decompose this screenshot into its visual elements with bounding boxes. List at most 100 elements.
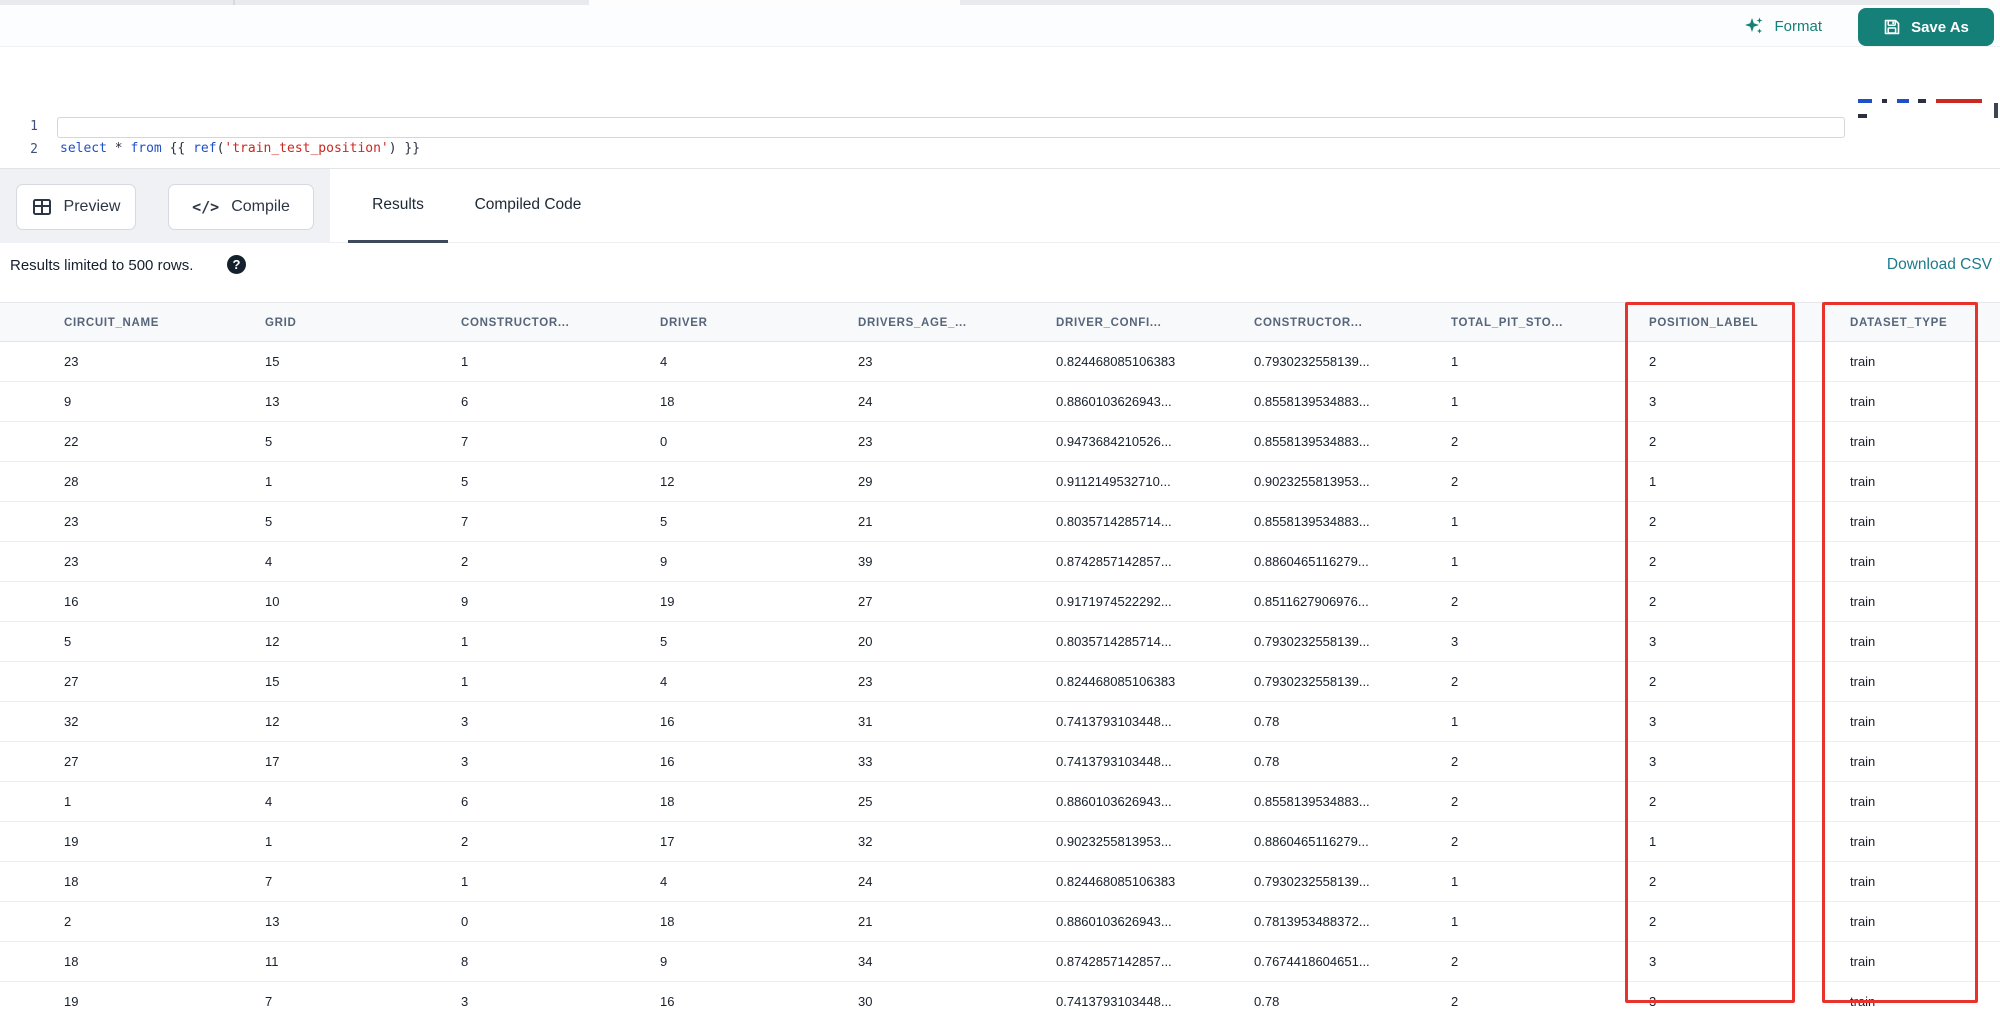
table-cell: 32: [858, 834, 873, 849]
compile-label: Compile: [231, 198, 290, 215]
table-cell: 29: [858, 474, 873, 489]
preview-label: Preview: [63, 198, 121, 215]
table-cell: 32: [64, 714, 79, 729]
table-row[interactable]: 23 15 1 4 23 0.824468085106383 0.7930232558139…: [0, 342, 2000, 382]
action-band: Preview </> Compile Results Compiled Code: [0, 169, 2000, 243]
table-cell: train: [1850, 954, 1876, 969]
code-token: ref: [193, 141, 217, 156]
table-cell: train: [1850, 394, 1876, 409]
column-header[interactable]: GRID: [265, 303, 461, 341]
sparkles-icon: [1743, 15, 1765, 37]
tab-results[interactable]: Results: [348, 169, 448, 243]
table-cell: 0.9023255813953...: [1056, 834, 1172, 849]
table-cell: 2: [1649, 874, 1657, 889]
save-as-button[interactable]: Save As: [1858, 8, 1994, 46]
table-cell: 23: [64, 514, 79, 529]
table-cell: train: [1850, 514, 1876, 529]
table-row[interactable]: 19 1 2 17 32 0.9023255813953... 0.886046511627…: [0, 822, 2000, 862]
table-row[interactable]: 22 5 7 0 23 0.9473684210526... 0.8558139534883…: [0, 422, 2000, 462]
table-cell: 3: [461, 994, 469, 1009]
table-cell: 34: [858, 954, 873, 969]
tab-compiled-code[interactable]: Compiled Code: [467, 169, 589, 243]
table-cell: 2: [1451, 434, 1459, 449]
format-button[interactable]: Format: [1743, 12, 1822, 40]
results-table: CIRCUIT_NAME GRID CONSTRUCTOR... DRIVER DRIV…: [0, 302, 2000, 1020]
minimap-token: [1881, 99, 1887, 103]
table-row[interactable]: 27 17 3 16 33 0.7413793103448... 0.78 2 3 train: [0, 742, 2000, 782]
table-cell: 0.7413793103448...: [1056, 754, 1172, 769]
code-token: }}: [396, 141, 421, 156]
column-header[interactable]: DRIVER_CONFI...: [1056, 303, 1254, 341]
table-cell: 24: [858, 874, 873, 889]
table-cell: 1: [461, 674, 469, 689]
column-header[interactable]: POSITION_LABEL: [1649, 303, 1850, 341]
sql-editor[interactable]: 1 select * from {{ ref('train_test_posit…: [0, 47, 2000, 168]
table-row[interactable]: 18 11 8 9 34 0.8742857142857... 0.767441860465…: [0, 942, 2000, 982]
column-header[interactable]: DRIVERS_AGE_...: [858, 303, 1056, 341]
table-cell: 4: [660, 874, 668, 889]
column-header[interactable]: DRIVER: [660, 303, 858, 341]
editor-scroll-indicator[interactable]: [1994, 103, 1998, 118]
table-cell: 25: [858, 794, 873, 809]
download-csv-link[interactable]: Download CSV: [1887, 256, 1992, 274]
table-cell: 9: [660, 954, 668, 969]
table-cell: 19: [64, 994, 79, 1009]
table-cell: 2: [1451, 794, 1459, 809]
column-header[interactable]: DATASET_TYPE: [1850, 303, 2000, 341]
editor-minimap[interactable]: [1858, 99, 1990, 118]
table-cell: 3: [461, 714, 469, 729]
table-cell: 4: [265, 794, 273, 809]
table-cell: 1: [1649, 834, 1657, 849]
table-row[interactable]: 27 15 1 4 23 0.824468085106383 0.7930232558139…: [0, 662, 2000, 702]
table-cell: 0.8742857142857...: [1056, 954, 1172, 969]
table-row[interactable]: 1 4 6 18 25 0.8860103626943... 0.8558139534883…: [0, 782, 2000, 822]
table-cell: 30: [858, 994, 873, 1009]
table-cell: 7: [461, 434, 469, 449]
column-header[interactable]: CONSTRUCTOR...: [461, 303, 660, 341]
table-cell: 13: [265, 394, 280, 409]
table-cell: 28: [64, 474, 79, 489]
results-tab-bar: Results Compiled Code: [348, 169, 589, 243]
table-cell: 0.8511627906976...: [1254, 594, 1369, 609]
table-cell: 16: [660, 994, 675, 1009]
table-row[interactable]: 5 12 1 5 20 0.8035714285714... 0.7930232558139…: [0, 622, 2000, 662]
table-cell: 27: [64, 754, 79, 769]
compile-button[interactable]: </> Compile: [168, 184, 314, 230]
table-row[interactable]: 23 5 7 5 21 0.8035714285714... 0.8558139534883…: [0, 502, 2000, 542]
table-cell: 0.8860465116279...: [1254, 834, 1369, 849]
table-cell: 10: [265, 594, 280, 609]
table-cell: 0.8558139534883...: [1254, 794, 1370, 809]
table-cell: 6: [461, 794, 469, 809]
table-cell: 1: [1451, 914, 1459, 929]
help-icon[interactable]: ?: [227, 255, 246, 274]
table-row[interactable]: 16 10 9 19 27 0.9171974522292... 0.85116279069…: [0, 582, 2000, 622]
table-cell: 0.8860465116279...: [1254, 554, 1369, 569]
table-header-row: CIRCUIT_NAME GRID CONSTRUCTOR... DRIVER DRIV…: [0, 302, 2000, 342]
table-cell: 39: [858, 554, 873, 569]
table-cell: 16: [64, 594, 79, 609]
table-cell: 1: [1451, 874, 1459, 889]
table-cell: 17: [265, 754, 280, 769]
table-cell: 1: [461, 634, 469, 649]
table-cell: 3: [1649, 954, 1657, 969]
table-row[interactable]: 23 4 2 9 39 0.8742857142857... 0.8860465116279…: [0, 542, 2000, 582]
table-cell: 16: [660, 754, 675, 769]
table-row[interactable]: 2 13 0 18 21 0.8860103626943... 0.781395348837…: [0, 902, 2000, 942]
column-header[interactable]: CIRCUIT_NAME: [64, 303, 265, 341]
column-header[interactable]: CONSTRUCTOR...: [1254, 303, 1451, 341]
code-line-1[interactable]: select * from {{ ref('train_test_positio…: [60, 138, 420, 160]
table-row[interactable]: 19 7 3 16 30 0.7413793103448... 0.78 2 3 train: [0, 982, 2000, 1020]
table-cell: 0.9112149532710...: [1056, 474, 1171, 489]
table-row[interactable]: 9 13 6 18 24 0.8860103626943... 0.855813953488…: [0, 382, 2000, 422]
table-cell: 0.9473684210526...: [1056, 434, 1172, 449]
table-row[interactable]: 18 7 1 4 24 0.824468085106383 0.7930232558139.…: [0, 862, 2000, 902]
column-header[interactable]: TOTAL_PIT_STO...: [1451, 303, 1649, 341]
table-row[interactable]: 28 1 5 12 29 0.9112149532710... 0.902325581395…: [0, 462, 2000, 502]
table-cell: 0.7930232558139...: [1254, 874, 1370, 889]
preview-button[interactable]: Preview: [16, 184, 136, 230]
table-cell: 12: [265, 714, 280, 729]
table-cell: 0.78: [1254, 994, 1280, 1009]
table-row[interactable]: 32 12 3 16 31 0.7413793103448... 0.78 1 3 train: [0, 702, 2000, 742]
table-cell: 27: [64, 674, 79, 689]
table-cell: 7: [265, 994, 273, 1009]
